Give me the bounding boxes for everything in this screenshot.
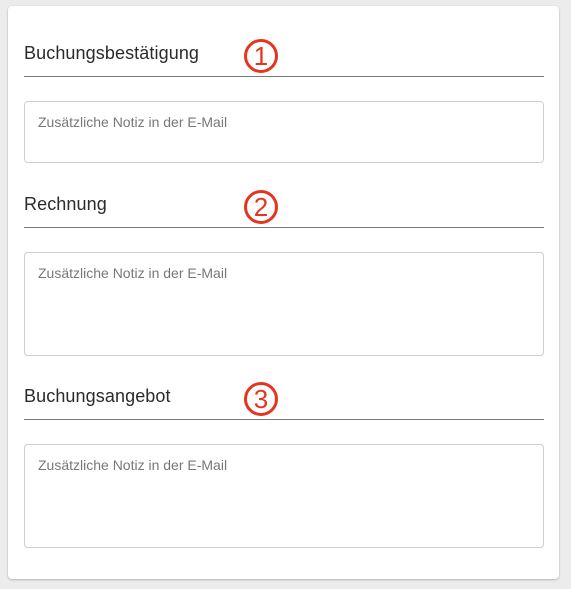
section-buchungsbestaetigung: Buchungsbestätigung 1	[24, 35, 544, 163]
section-title: Rechnung	[24, 194, 107, 214]
section-title: Buchungsangebot	[24, 386, 171, 406]
step-number-badge: 3	[244, 382, 278, 416]
step-number-badge: 1	[244, 39, 278, 73]
section-buchungsangebot: Buchungsangebot 3	[24, 378, 544, 548]
booking-offer-note-textarea[interactable]	[24, 444, 544, 548]
step-number-badge: 2	[244, 190, 278, 224]
email-notes-card: Buchungsbestätigung 1 Rechnung 2 Buchung…	[8, 6, 559, 579]
section-header: Buchungsangebot 3	[24, 378, 544, 420]
section-header: Buchungsbestätigung 1	[24, 35, 544, 77]
booking-confirmation-note-textarea[interactable]	[24, 101, 544, 163]
section-title: Buchungsbestätigung	[24, 43, 200, 63]
section-rechnung: Rechnung 2	[24, 186, 544, 356]
section-header: Rechnung 2	[24, 186, 544, 228]
invoice-note-textarea[interactable]	[24, 252, 544, 356]
